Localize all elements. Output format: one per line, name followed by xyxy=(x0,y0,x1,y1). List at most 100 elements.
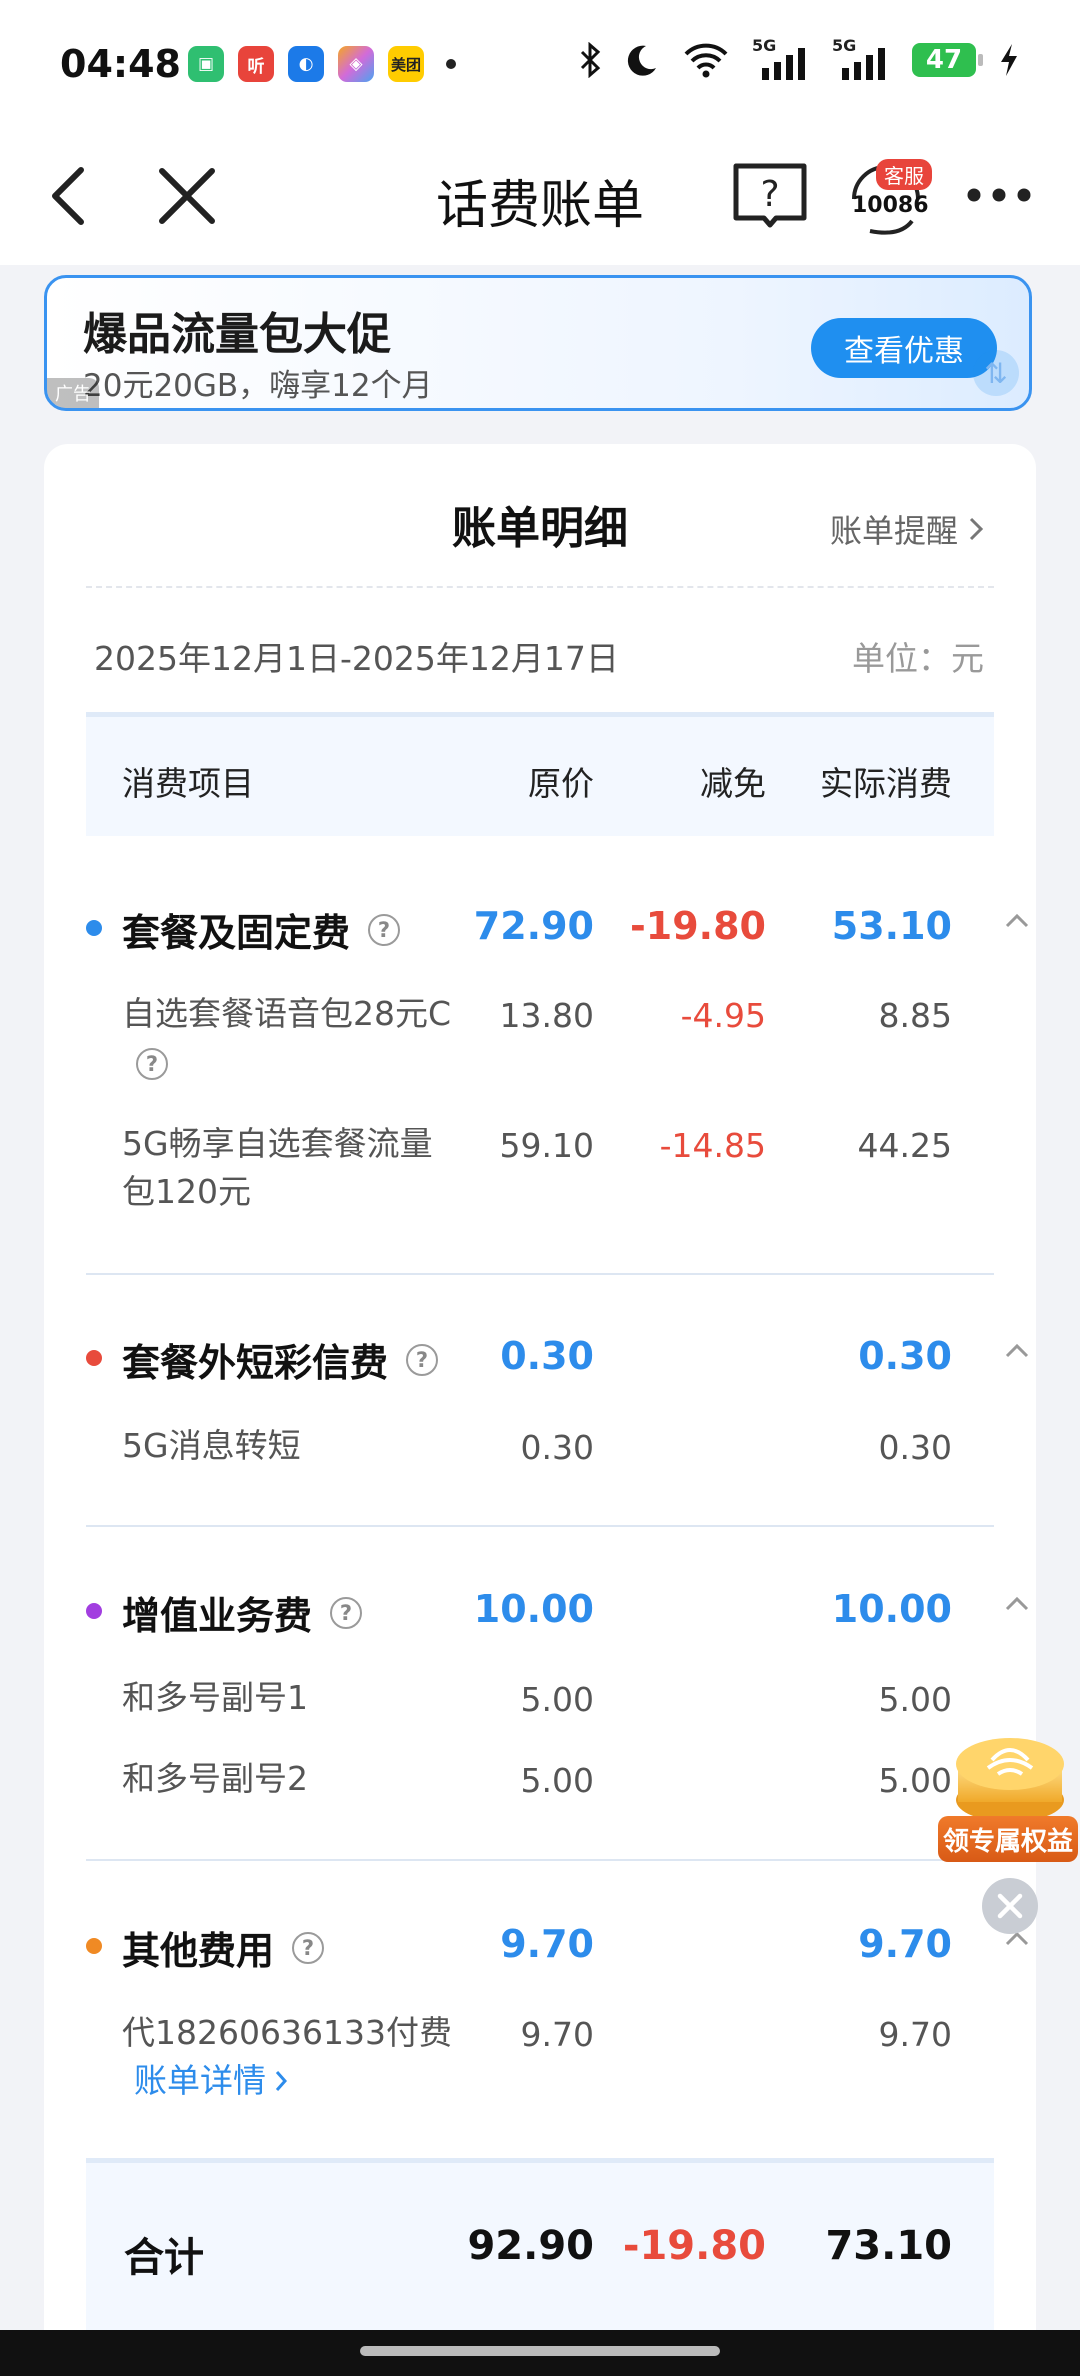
item-original: 0.30 xyxy=(520,1428,594,1467)
banner-decoration-icon: ⇅ xyxy=(973,350,1019,396)
item-label: 代18260636133付费 xyxy=(122,2013,452,2052)
category-actual: 53.10 xyxy=(831,904,952,948)
category-bullet xyxy=(86,1938,102,1954)
category-original: 9.70 xyxy=(500,1922,594,1966)
bill-detail-card: 账单明细 账单提醒 2025年12月1日-2025年12月17日 单位：元 消费… xyxy=(44,444,1036,2376)
column-item: 消费项目 xyxy=(122,764,254,803)
close-benefit-button[interactable] xyxy=(982,1878,1038,1934)
meituan-app-icon: 美团 xyxy=(388,46,424,82)
category-actual: 10.00 xyxy=(831,1587,952,1631)
battery-icon: 47 xyxy=(912,43,983,77)
item-label: 自选套餐语音包28元C xyxy=(122,994,452,1033)
banner-title: 爆品流量包大促 xyxy=(83,309,391,360)
ting-app-icon: 听 xyxy=(238,46,274,82)
question-mark-icon[interactable]: ? xyxy=(406,1343,439,1376)
item-actual: 44.25 xyxy=(857,1126,952,1165)
category-actual: 0.30 xyxy=(858,1334,952,1378)
more-dots-icon xyxy=(967,188,1031,202)
bill-reminder-label: 账单提醒 xyxy=(829,512,958,550)
view-offer-button[interactable]: 查看优惠 xyxy=(811,318,997,378)
question-mark-icon[interactable]: ? xyxy=(136,1047,168,1080)
section-divider xyxy=(86,1525,994,1527)
item-name: 自选套餐语音包28元C ? xyxy=(122,990,462,1086)
category-original: 10.00 xyxy=(473,1587,594,1631)
total-label: 合计 xyxy=(124,2235,204,2281)
question-mark-icon[interactable]: ? xyxy=(292,1931,325,1964)
question-mark-icon[interactable]: ? xyxy=(368,913,401,946)
benefit-label: 领专属权益 xyxy=(938,1816,1078,1862)
bill-details-link[interactable]: 账单详情 xyxy=(134,2057,288,2105)
help-book-icon: ? xyxy=(733,163,807,228)
banner-subtitle: 20元20GB，嗨享12个月 xyxy=(83,368,433,404)
system-status-icons: 5G 5G 47 xyxy=(578,36,1020,80)
total-discount: -19.80 xyxy=(622,2223,766,2269)
item-actual: 9.70 xyxy=(878,2015,952,2054)
chevron-up-icon[interactable] xyxy=(1004,1595,1030,1613)
system-home-bar xyxy=(0,2330,1080,2376)
item-name: 和多号副号1 xyxy=(122,1678,308,1717)
category-original: 72.90 xyxy=(473,904,594,948)
category-name: 增值业务费 ? xyxy=(122,1585,363,1640)
category-discount: -19.80 xyxy=(630,904,766,948)
billing-period: 2025年12月1日-2025年12月17日 xyxy=(94,639,619,678)
item-actual: 0.30 xyxy=(878,1428,952,1467)
moon-icon xyxy=(627,45,656,76)
currency-unit: 单位：元 xyxy=(852,639,984,678)
category-name: 套餐及固定费 ? xyxy=(122,902,401,957)
app-notification-icon: ▣ xyxy=(188,46,224,82)
service-badge: 客服 xyxy=(876,159,932,190)
status-time: 04:48 xyxy=(60,42,181,86)
item-name: 代18260636133付费 账单详情 xyxy=(122,2009,502,2105)
signal-5g-icon: 5G xyxy=(752,36,810,80)
more-notifications-dot xyxy=(446,59,456,69)
question-mark-icon[interactable]: ? xyxy=(330,1596,363,1629)
more-button[interactable] xyxy=(964,165,1034,225)
item-discount: -4.95 xyxy=(680,996,766,1035)
category-label: 套餐及固定费 xyxy=(122,911,351,955)
home-indicator[interactable] xyxy=(360,2346,720,2356)
customer-service-button[interactable]: 客服 10086 xyxy=(840,155,932,239)
close-icon xyxy=(997,1893,1023,1919)
chevron-up-icon[interactable] xyxy=(1004,912,1030,930)
item-original: 5.00 xyxy=(520,1680,594,1719)
category-name: 套餐外短彩信费 ? xyxy=(122,1332,439,1387)
app-notification-icon: ◈ xyxy=(338,46,374,82)
divider xyxy=(86,586,994,588)
item-discount: -14.85 xyxy=(659,1126,766,1165)
category-row-value-added[interactable]: 增值业务费 ? 10.00 10.00 xyxy=(86,1585,1029,1655)
category-row-package[interactable]: 套餐及固定费 ? 72.90 -19.80 53.10 xyxy=(86,902,1029,972)
column-discount: 减免 xyxy=(700,764,766,803)
signal-5g-icon: 5G xyxy=(832,36,890,80)
bill-reminder-link[interactable]: 账单提醒 xyxy=(830,506,984,552)
item-original: 9.70 xyxy=(520,2015,594,2054)
chevron-right-icon xyxy=(969,517,984,541)
item-original: 59.10 xyxy=(499,1126,594,1165)
total-original: 92.90 xyxy=(467,2223,594,2269)
item-original: 5.00 xyxy=(520,1761,594,1800)
chevron-up-icon[interactable] xyxy=(1004,1342,1030,1360)
exclusive-benefit-badge[interactable]: 领专属权益 xyxy=(938,1730,1078,1870)
item-name: 5G消息转短 xyxy=(122,1426,301,1465)
promo-banner[interactable]: 爆品流量包大促 20元20GB，嗨享12个月 查看优惠 ⇅ 广告 xyxy=(44,275,1032,411)
category-label: 增值业务费 xyxy=(122,1594,313,1638)
notification-icons: ▣ 听 ◐ ◈ 美团 xyxy=(188,46,456,82)
category-label: 套餐外短彩信费 xyxy=(122,1341,389,1385)
section-divider xyxy=(86,1273,994,1275)
section-divider xyxy=(86,1859,994,1861)
navigation-bar: 话费账单 ? 客服 10086 xyxy=(0,125,1080,265)
table-header: 消费项目 原价 减免 实际消费 xyxy=(86,712,994,836)
help-guide-button[interactable]: ? xyxy=(730,157,810,233)
category-bullet xyxy=(86,1350,102,1366)
item-name: 和多号副号2 xyxy=(122,1759,308,1798)
item-name: 5G畅享自选套餐流量包120元 xyxy=(122,1124,433,1211)
charging-icon xyxy=(1001,44,1017,76)
bluetooth-icon xyxy=(580,42,601,78)
app-notification-icon: ◐ xyxy=(288,46,324,82)
category-row-other[interactable]: 其他费用 ? 9.70 9.70 xyxy=(86,1920,1029,1990)
category-actual: 9.70 xyxy=(858,1922,952,1966)
category-bullet xyxy=(86,1603,102,1619)
category-row-sms[interactable]: 套餐外短彩信费 ? 0.30 0.30 xyxy=(86,1332,1029,1402)
china-mobile-gift-icon xyxy=(956,1738,1064,1822)
svg-text:?: ? xyxy=(760,174,779,215)
column-actual: 实际消费 xyxy=(820,764,952,803)
